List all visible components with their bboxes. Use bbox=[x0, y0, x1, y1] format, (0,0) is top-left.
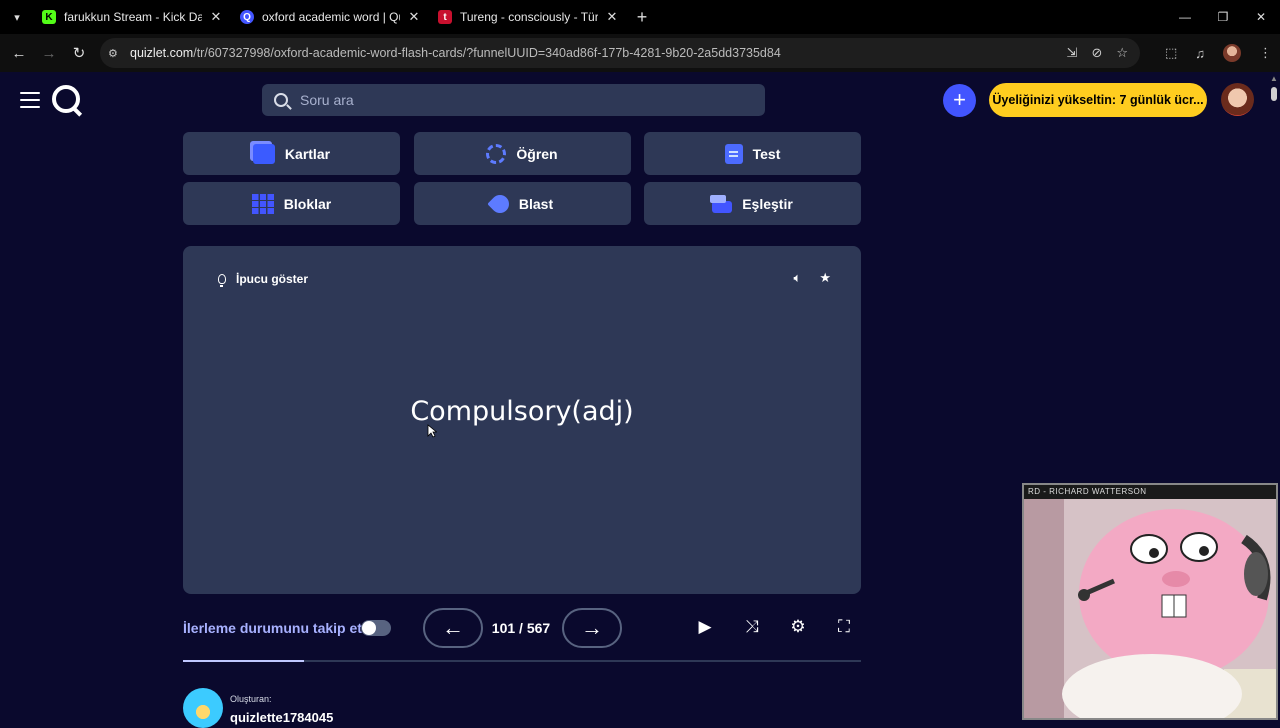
mode-blast[interactable]: Blast bbox=[413, 182, 631, 225]
url-text: quizlet.com/tr/607327998/oxford-academic… bbox=[130, 46, 781, 60]
create-button[interactable]: + bbox=[943, 84, 976, 117]
mode-bloklar[interactable]: Bloklar bbox=[183, 182, 400, 225]
close-tab-icon[interactable]: ✕ bbox=[406, 9, 422, 25]
browser-menu-icon[interactable]: ⋮ bbox=[1259, 45, 1272, 61]
browser-profile-avatar[interactable] bbox=[1223, 44, 1241, 62]
hint-button[interactable]: İpucu göster bbox=[218, 272, 309, 287]
fullscreen-icon[interactable]: ⛶ bbox=[833, 617, 855, 637]
mode-label: Kartlar bbox=[284, 145, 331, 162]
scrollbar-thumb[interactable] bbox=[1271, 87, 1277, 101]
search-icon bbox=[274, 93, 288, 107]
card-controls: İlerleme durumunu takip et ← 101 / 567 →… bbox=[183, 608, 861, 648]
scroll-up-icon[interactable]: ▲ bbox=[1268, 74, 1280, 83]
url-field[interactable]: ⚙ quizlet.com/tr/607327998/oxford-academ… bbox=[100, 38, 1140, 68]
play-icon[interactable]: ▶ bbox=[694, 617, 716, 637]
track-progress-toggle[interactable] bbox=[361, 620, 391, 636]
restore-icon[interactable]: ❐ bbox=[1204, 0, 1242, 34]
mode-ogren[interactable]: Öğren bbox=[413, 132, 631, 175]
extensions-icon[interactable]: ⬚ bbox=[1165, 45, 1177, 61]
star-icon[interactable]: ★ bbox=[819, 270, 831, 286]
tab-title: Tureng - consciously - Türkçe İngilizce bbox=[460, 10, 598, 24]
speaker-icon[interactable]: 🔈︎ bbox=[794, 270, 802, 286]
search-bar[interactable] bbox=[262, 84, 765, 116]
forward-arrow-icon[interactable]: → bbox=[34, 45, 64, 62]
bookmark-star-icon[interactable]: ☆ bbox=[1116, 45, 1128, 61]
blocks-icon bbox=[251, 193, 274, 214]
flashcard-term: Compulsory(adj) bbox=[410, 396, 634, 427]
back-arrow-icon[interactable]: ← bbox=[4, 45, 34, 62]
tab-tureng[interactable]: t Tureng - consciously - Türkçe İngilizc… bbox=[430, 0, 628, 34]
settings-gear-icon[interactable]: ⚙ bbox=[787, 617, 809, 637]
cards-icon bbox=[252, 143, 275, 164]
webcam-caption: RD - RICHARD WATTERSON bbox=[1024, 485, 1276, 499]
kick-favicon-icon: K bbox=[42, 10, 56, 24]
minimize-icon[interactable]: — bbox=[1166, 0, 1204, 34]
test-icon bbox=[724, 143, 743, 164]
mode-eslestir[interactable]: Eşleştir bbox=[644, 182, 861, 225]
track-progress-label: İlerleme durumunu takip et bbox=[183, 620, 362, 636]
hint-label: İpucu göster bbox=[236, 272, 309, 286]
creator-name[interactable]: quizlette1784045 bbox=[230, 710, 333, 725]
install-app-icon[interactable]: ⇲ bbox=[1067, 45, 1078, 61]
shuffle-icon[interactable]: ⤨ bbox=[741, 617, 763, 637]
webcam-character-image bbox=[1024, 499, 1276, 718]
next-card-button[interactable]: → bbox=[562, 608, 622, 648]
new-tab-button[interactable]: + bbox=[628, 7, 656, 28]
mode-label: Öğren bbox=[516, 145, 558, 162]
learn-icon bbox=[486, 143, 507, 164]
window-controls: — ❐ ✕ bbox=[1166, 0, 1280, 34]
card-counter: 101 / 567 bbox=[491, 620, 551, 636]
webcam-overlay: RD - RICHARD WATTERSON bbox=[1022, 483, 1278, 720]
mode-label: Blast bbox=[518, 195, 554, 212]
address-bar-row: ← → ↻ ⚙ quizlet.com/tr/607327998/oxford-… bbox=[0, 34, 1280, 72]
mode-kartlar[interactable]: Kartlar bbox=[183, 132, 400, 175]
flashcard[interactable]: İpucu göster 🔈︎ ★ Compulsory(adj) bbox=[183, 246, 861, 594]
mode-label: Test bbox=[752, 145, 781, 162]
user-avatar[interactable] bbox=[1221, 83, 1254, 116]
url-path: /tr/607327998/oxford-academic-word-flash… bbox=[193, 46, 781, 60]
tab-title: oxford academic word | Quizlet bbox=[262, 10, 400, 24]
tab-title: farukkun Stream - Kick Dashboard bbox=[64, 10, 202, 24]
mode-label: Eşleştir bbox=[742, 195, 793, 212]
mode-test[interactable]: Test bbox=[644, 132, 861, 175]
browser-tab-bar: ▾ K farukkun Stream - Kick Dashboard ✕ Q… bbox=[0, 0, 1280, 34]
match-icon bbox=[710, 194, 733, 213]
card-tools: 🔈︎ ★ bbox=[794, 270, 831, 286]
blast-icon bbox=[487, 190, 513, 217]
creator-label: Oluşturan: bbox=[230, 694, 272, 704]
tracking-eye-icon[interactable]: ⊘ bbox=[1091, 45, 1102, 61]
study-modes: Kartlar Öğren Test Bloklar Blast Eşleşti… bbox=[183, 132, 861, 225]
tab-search-button[interactable]: ▾ bbox=[0, 0, 34, 34]
progress-fill bbox=[183, 660, 304, 662]
quizlet-logo[interactable] bbox=[52, 85, 80, 113]
progress-bar bbox=[183, 660, 861, 662]
upgrade-button[interactable]: Üyeliğinizi yükseltin: 7 günlük ücr... bbox=[989, 83, 1207, 117]
media-control-icon[interactable]: ♫ bbox=[1195, 46, 1205, 61]
url-domain: quizlet.com bbox=[130, 46, 194, 60]
tab-quizlet[interactable]: Q oxford academic word | Quizlet ✕ bbox=[232, 0, 430, 34]
search-input[interactable] bbox=[300, 92, 740, 108]
close-window-icon[interactable]: ✕ bbox=[1242, 0, 1280, 34]
hamburger-menu-icon[interactable] bbox=[20, 92, 40, 108]
reload-icon[interactable]: ↻ bbox=[64, 44, 94, 62]
mouse-cursor-icon bbox=[427, 424, 437, 438]
tab-kick[interactable]: K farukkun Stream - Kick Dashboard ✕ bbox=[34, 0, 232, 34]
tureng-favicon-icon: t bbox=[438, 10, 452, 24]
quizlet-favicon-icon: Q bbox=[240, 10, 254, 24]
site-info-icon[interactable]: ⚙ bbox=[108, 47, 126, 60]
browser-toolbar-right: ⬚ ♫ ⋮ bbox=[1165, 34, 1272, 72]
close-tab-icon[interactable]: ✕ bbox=[208, 9, 224, 25]
close-tab-icon[interactable]: ✕ bbox=[604, 9, 620, 25]
lightbulb-icon bbox=[218, 274, 226, 287]
mode-label: Bloklar bbox=[283, 195, 332, 212]
previous-card-button[interactable]: ← bbox=[423, 608, 483, 648]
creator-avatar[interactable] bbox=[183, 688, 223, 728]
url-actions: ⇲ ⊘ ☆ bbox=[1067, 38, 1128, 68]
